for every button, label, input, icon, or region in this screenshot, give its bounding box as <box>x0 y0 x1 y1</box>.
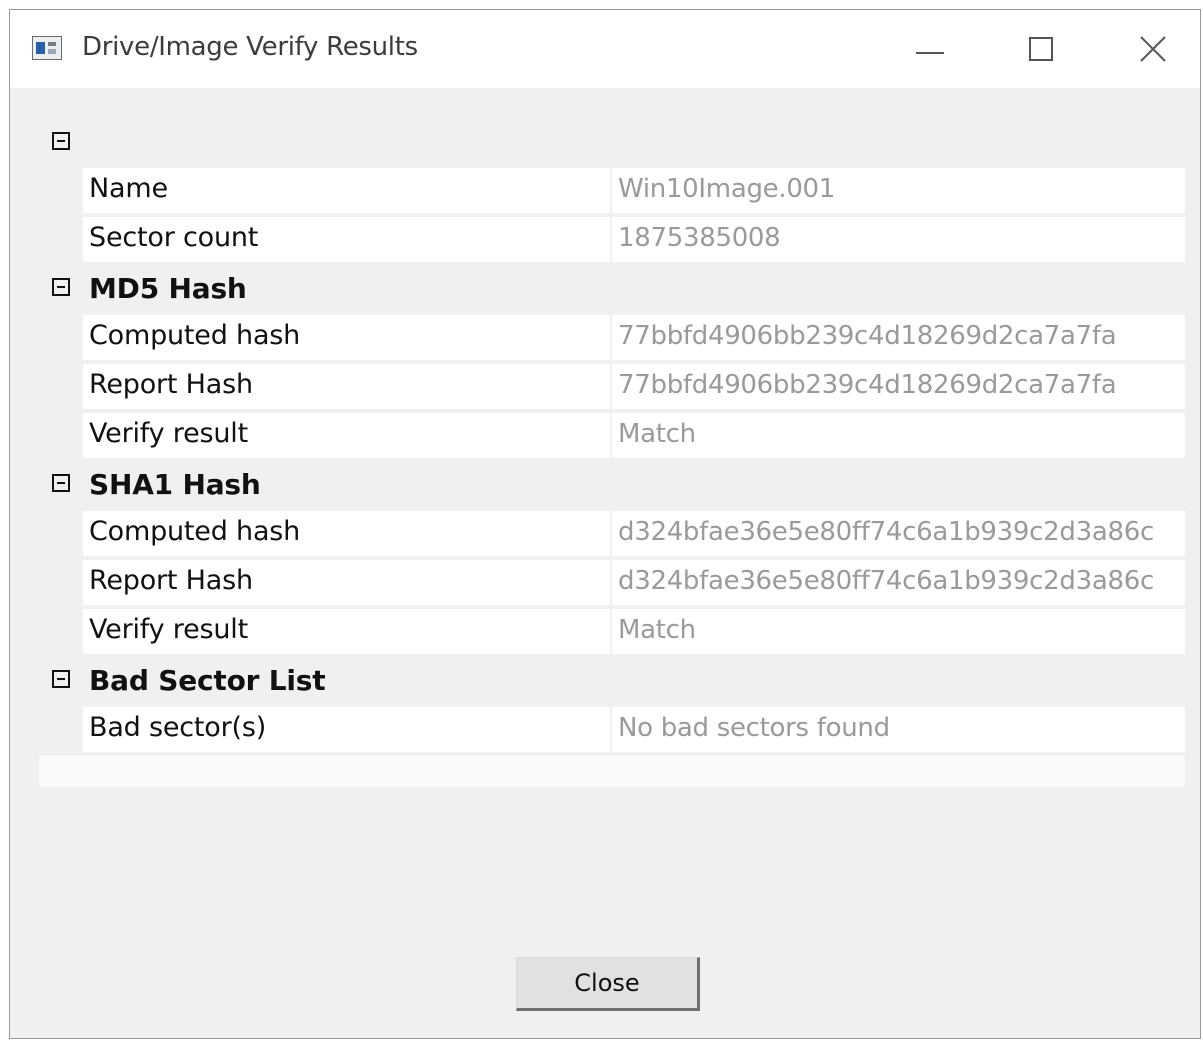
tree-section-sha1[interactable]: SHA1 Hash <box>39 462 1185 510</box>
tree-row[interactable]: Report Hash d324bfae36e5e80ff74c6a1b939c… <box>83 560 1185 607</box>
window-title: Drive/Image Verify Results <box>82 32 418 62</box>
tree-row[interactable]: Computed hash d324bfae36e5e80ff74c6a1b93… <box>83 511 1185 558</box>
row-label: Computed hash <box>89 516 301 547</box>
collapse-toggle-icon[interactable] <box>52 132 70 150</box>
row-value: No bad sectors found <box>618 713 890 743</box>
row-value: 1875385008 <box>618 223 781 253</box>
tree-row[interactable]: Name Win10Image.001 <box>83 168 1185 215</box>
window-close-button[interactable] <box>1118 24 1188 74</box>
row-value: Match <box>618 615 696 645</box>
tree-row[interactable]: Bad sector(s) No bad sectors found <box>83 707 1185 754</box>
tree-row[interactable]: Computed hash 77bbfd4906bb239c4d18269d2c… <box>83 315 1185 362</box>
row-label: Verify result <box>89 418 248 449</box>
row-value: Win10Image.001 <box>618 174 836 204</box>
tree-section-bad-sectors[interactable]: Bad Sector List <box>39 658 1185 706</box>
section-title: MD5 Hash <box>89 272 247 305</box>
row-label: Bad sector(s) <box>89 712 267 743</box>
row-label: Name <box>89 173 168 204</box>
minimize-button[interactable] <box>895 24 965 74</box>
row-value: 77bbfd4906bb239c4d18269d2ca7a7fa <box>618 321 1117 351</box>
row-value: d324bfae36e5e80ff74c6a1b939c2d3a86c <box>618 566 1154 596</box>
tree-row[interactable]: Verify result Match <box>83 413 1185 460</box>
maximize-button[interactable] <box>1006 24 1076 74</box>
tree-row[interactable]: Sector count 1875385008 <box>83 217 1185 264</box>
tree-section-md5[interactable]: MD5 Hash <box>39 266 1185 314</box>
row-label: Verify result <box>89 614 248 645</box>
verify-results-dialog: Drive/Image Verify Results Name Win10Ima… <box>9 9 1201 1039</box>
row-label: Report Hash <box>89 369 253 400</box>
close-button[interactable]: Close <box>516 957 700 1011</box>
row-value: d324bfae36e5e80ff74c6a1b939c2d3a86c <box>618 517 1154 547</box>
app-window-icon <box>32 36 62 60</box>
tree-section-root <box>39 120 1185 168</box>
row-value: 77bbfd4906bb239c4d18269d2ca7a7fa <box>618 370 1117 400</box>
collapse-toggle-icon[interactable] <box>52 474 70 492</box>
row-label: Report Hash <box>89 565 253 596</box>
collapse-toggle-icon[interactable] <box>52 278 70 296</box>
tree-row[interactable]: Report Hash 77bbfd4906bb239c4d18269d2ca7… <box>83 364 1185 411</box>
row-label: Sector count <box>89 222 259 253</box>
tree-row[interactable]: Verify result Match <box>83 609 1185 656</box>
minimize-icon <box>916 52 944 54</box>
collapse-toggle-icon[interactable] <box>52 670 70 688</box>
row-value: Match <box>618 419 696 449</box>
title-bar[interactable]: Drive/Image Verify Results <box>10 10 1200 88</box>
maximize-icon <box>1029 37 1053 61</box>
tree-empty-area <box>39 754 1185 787</box>
section-title: SHA1 Hash <box>89 468 261 501</box>
results-tree: Name Win10Image.001 Sector count 1875385… <box>39 120 1185 787</box>
row-label: Computed hash <box>89 320 301 351</box>
section-title: Bad Sector List <box>89 664 326 697</box>
close-icon <box>1140 36 1166 62</box>
